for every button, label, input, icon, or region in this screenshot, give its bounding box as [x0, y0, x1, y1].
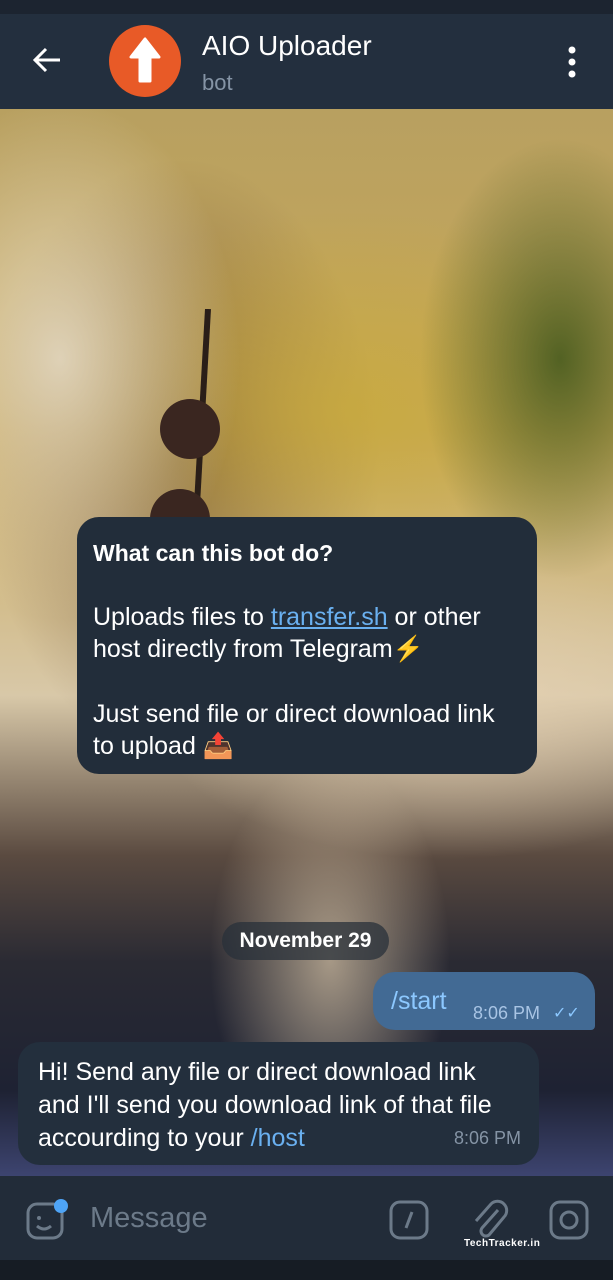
- intro-text: Uploads files to: [93, 603, 271, 631]
- incoming-message[interactable]: Hi! Send any file or direct download lin…: [18, 1042, 539, 1165]
- transfer-sh-link[interactable]: transfer.sh: [271, 603, 388, 631]
- watermark: TechTracker.in: [464, 1238, 541, 1249]
- message-input[interactable]: Message: [90, 1202, 208, 1235]
- message-time: 8:06 PM: [473, 1003, 541, 1023]
- intro-description: Uploads files to transfer.sh or other ho…: [93, 601, 521, 665]
- more-options-icon[interactable]: [560, 44, 584, 80]
- chat-subtitle: bot: [202, 70, 233, 95]
- attach-paperclip-icon[interactable]: [468, 1198, 510, 1242]
- message-time: 8:06 PM: [453, 1128, 521, 1148]
- double-check-icon: ✓✓: [553, 1005, 580, 1022]
- chat-header: AIO Uploader bot: [0, 14, 613, 109]
- back-arrow-icon[interactable]: [30, 42, 64, 78]
- bot-intro-card: What can this bot do? Uploads files to t…: [77, 517, 537, 774]
- host-command-link[interactable]: /host: [251, 1124, 305, 1152]
- camera-icon[interactable]: [548, 1198, 590, 1242]
- status-bar: [0, 0, 613, 14]
- upload-arrow-icon: [129, 37, 161, 83]
- intro-heading: What can this bot do?: [93, 540, 334, 566]
- bot-avatar[interactable]: [109, 25, 181, 97]
- chat-title[interactable]: AIO Uploader: [202, 30, 372, 62]
- message-input-bar: Message TechTracker.in: [0, 1176, 613, 1260]
- navigation-bar: [0, 1260, 613, 1280]
- outgoing-message[interactable]: /start 8:06 PM ✓✓: [373, 972, 595, 1030]
- bot-commands-icon[interactable]: [388, 1198, 430, 1242]
- intro-instructions: Just send file or direct download link t…: [93, 700, 495, 760]
- sticker-emoji-icon[interactable]: [24, 1198, 68, 1242]
- message-text[interactable]: /start: [391, 987, 447, 1016]
- date-separator: November 29: [222, 922, 389, 960]
